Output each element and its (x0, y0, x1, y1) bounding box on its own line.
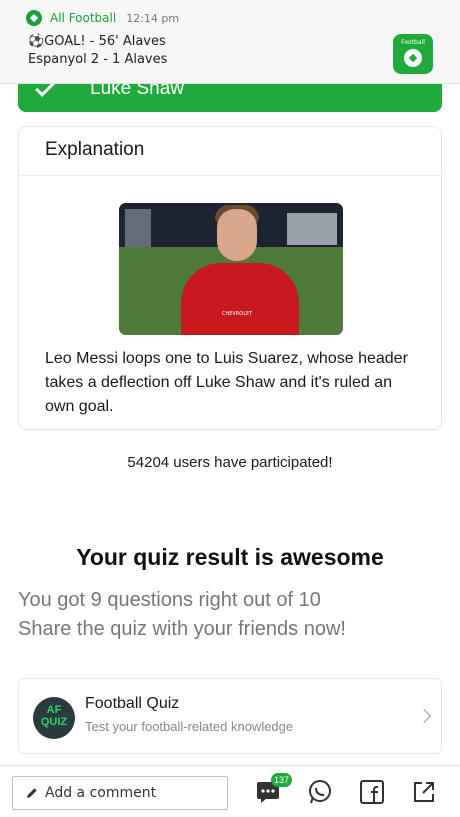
share-line: Share the quiz with your friends now! (18, 618, 346, 640)
score-line: You got 9 questions right out of 10 (18, 589, 321, 611)
notification-banner[interactable]: All Football 12:14 pm ⚽GOAL! - 56' Alave… (0, 0, 460, 84)
explanation-title: Explanation (45, 139, 145, 160)
app-logo-text: Football (401, 39, 425, 46)
divider (19, 175, 441, 176)
bottom-action-bar: Add a comment 137 (0, 765, 460, 817)
shirt-sponsor: CHEVROLET (222, 311, 253, 317)
quiz-description: Test your football-related knowledge (85, 719, 294, 734)
player-photo: CHEVROLET (119, 203, 343, 335)
share-icon[interactable] (410, 778, 438, 806)
facebook-icon[interactable] (358, 778, 386, 806)
app-logo-icon: Football (393, 34, 433, 74)
pencil-icon (27, 788, 37, 798)
explanation-card: Explanation CHEVROLET Leo Messi loops on… (18, 126, 442, 430)
quiz-logo-icon: AF QUIZ (33, 697, 75, 739)
football-icon (26, 10, 42, 26)
participants-count: 54204 users have participated! (127, 454, 333, 471)
comment-count-badge: 137 (271, 773, 293, 787)
chevron-right-icon (416, 708, 432, 724)
result-summary: You got 9 questions right out of 10 Shar… (18, 586, 448, 644)
result-title: Your quiz result is awesome (76, 544, 384, 570)
notification-app-name: All Football (50, 11, 117, 25)
quiz-logo-line1: AF (46, 704, 62, 716)
app-logo-ball (404, 49, 422, 67)
quiz-logo-line2: QUIZ (40, 716, 68, 728)
notification-time: 12:14 pm (126, 11, 180, 25)
football-quiz-link[interactable]: AF QUIZ Football Quiz Test your football… (18, 678, 442, 754)
explanation-text: Leo Messi loops one to Luis Suarez, whos… (45, 350, 408, 415)
notification-score: Espanyol 2 - 1 Alaves (28, 52, 168, 67)
notification-header: All Football 12:14 pm (26, 10, 179, 26)
notification-title: ⚽GOAL! - 56' Alaves (28, 34, 166, 49)
comment-input[interactable]: Add a comment (12, 776, 228, 810)
comment-placeholder: Add a comment (45, 785, 157, 801)
quiz-name: Football Quiz (85, 695, 180, 712)
whatsapp-icon[interactable] (306, 778, 334, 806)
